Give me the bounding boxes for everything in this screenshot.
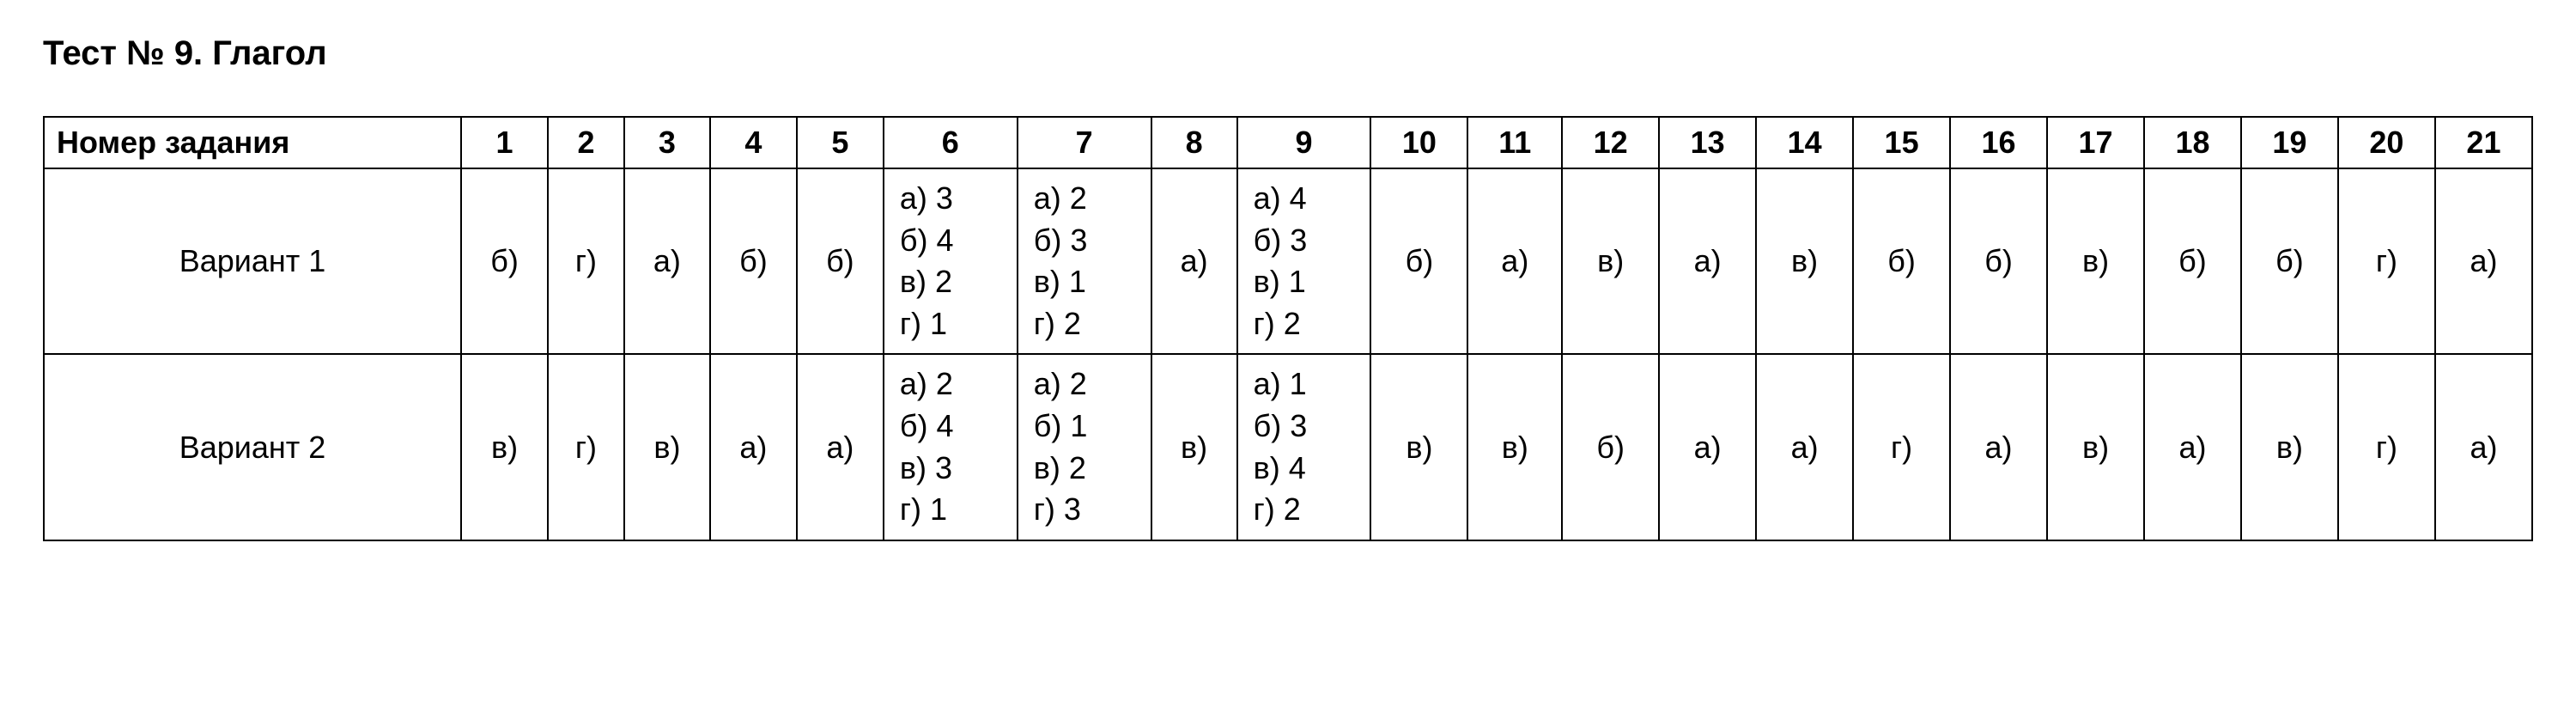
answer-cell: г) bbox=[2338, 168, 2435, 354]
col-header: 1 bbox=[461, 117, 548, 168]
col-header: 7 bbox=[1018, 117, 1151, 168]
answer-cell: а) bbox=[797, 354, 884, 540]
answer-cell: а) bbox=[1950, 354, 2047, 540]
answer-cell: в) bbox=[461, 354, 548, 540]
answer-cell: а) bbox=[2144, 354, 2241, 540]
answer-cell: а) bbox=[710, 354, 797, 540]
col-header: 2 bbox=[548, 117, 624, 168]
answer-cell: в) bbox=[1562, 168, 1659, 354]
col-header: 17 bbox=[2047, 117, 2144, 168]
answer-cell: б) bbox=[1950, 168, 2047, 354]
answer-cell: б) bbox=[797, 168, 884, 354]
answer-cell: в) bbox=[2047, 354, 2144, 540]
col-header: 3 bbox=[624, 117, 710, 168]
answer-cell: а) bbox=[1756, 354, 1853, 540]
row-label: Вариант 2 bbox=[44, 354, 461, 540]
col-header: 5 bbox=[797, 117, 884, 168]
answer-cell: а) bbox=[624, 168, 710, 354]
col-header: 19 bbox=[2241, 117, 2338, 168]
answer-cell: а) bbox=[1151, 168, 1237, 354]
col-header: 13 bbox=[1659, 117, 1756, 168]
answer-cell: б) bbox=[2241, 168, 2338, 354]
col-header: 8 bbox=[1151, 117, 1237, 168]
col-header: 20 bbox=[2338, 117, 2435, 168]
answer-cell: б) bbox=[710, 168, 797, 354]
table-header-row: Номер задания 1 2 3 4 5 6 7 8 9 10 11 12… bbox=[44, 117, 2532, 168]
col-header: 18 bbox=[2144, 117, 2241, 168]
col-header: 9 bbox=[1237, 117, 1371, 168]
answer-cell: б) bbox=[1370, 168, 1467, 354]
col-header: 15 bbox=[1853, 117, 1950, 168]
answer-cell: в) bbox=[2047, 168, 2144, 354]
header-label-cell: Номер задания bbox=[44, 117, 461, 168]
table-row: Вариант 1б)г)а)б)б)а) 3б) 4в) 2г) 1а) 2б… bbox=[44, 168, 2532, 354]
answer-cell: г) bbox=[2338, 354, 2435, 540]
answer-cell: а) 1б) 3в) 4г) 2 bbox=[1237, 354, 1371, 540]
answer-cell: г) bbox=[1853, 354, 1950, 540]
answer-cell: г) bbox=[548, 354, 624, 540]
answer-cell: а) bbox=[2435, 168, 2532, 354]
answer-cell: а) 2б) 4в) 3г) 1 bbox=[884, 354, 1018, 540]
answer-cell: б) bbox=[461, 168, 548, 354]
answer-cell: б) bbox=[1853, 168, 1950, 354]
col-header: 6 bbox=[884, 117, 1018, 168]
answer-cell: в) bbox=[1467, 354, 1562, 540]
answer-cell: а) bbox=[1659, 354, 1756, 540]
page-title: Тест № 9. Глагол bbox=[43, 34, 2533, 73]
answer-cell: г) bbox=[548, 168, 624, 354]
answer-cell: а) 3б) 4в) 2г) 1 bbox=[884, 168, 1018, 354]
answer-cell: в) bbox=[624, 354, 710, 540]
col-header: 21 bbox=[2435, 117, 2532, 168]
col-header: 10 bbox=[1370, 117, 1467, 168]
row-label: Вариант 1 bbox=[44, 168, 461, 354]
answer-cell: а) 2б) 1в) 2г) 3 bbox=[1018, 354, 1151, 540]
answer-cell: б) bbox=[1562, 354, 1659, 540]
col-header: 14 bbox=[1756, 117, 1853, 168]
answer-table: Номер задания 1 2 3 4 5 6 7 8 9 10 11 12… bbox=[43, 116, 2533, 541]
answer-cell: в) bbox=[2241, 354, 2338, 540]
answer-cell: а) 2б) 3в) 1г) 2 bbox=[1018, 168, 1151, 354]
answer-cell: а) 4б) 3в) 1г) 2 bbox=[1237, 168, 1371, 354]
col-header: 12 bbox=[1562, 117, 1659, 168]
col-header: 4 bbox=[710, 117, 797, 168]
answer-cell: б) bbox=[2144, 168, 2241, 354]
col-header: 11 bbox=[1467, 117, 1562, 168]
answer-cell: в) bbox=[1370, 354, 1467, 540]
col-header: 16 bbox=[1950, 117, 2047, 168]
answer-cell: а) bbox=[1659, 168, 1756, 354]
answer-cell: а) bbox=[1467, 168, 1562, 354]
answer-cell: в) bbox=[1756, 168, 1853, 354]
table-row: Вариант 2в)г)в)а)а)а) 2б) 4в) 3г) 1а) 2б… bbox=[44, 354, 2532, 540]
answer-cell: а) bbox=[2435, 354, 2532, 540]
answer-cell: в) bbox=[1151, 354, 1237, 540]
